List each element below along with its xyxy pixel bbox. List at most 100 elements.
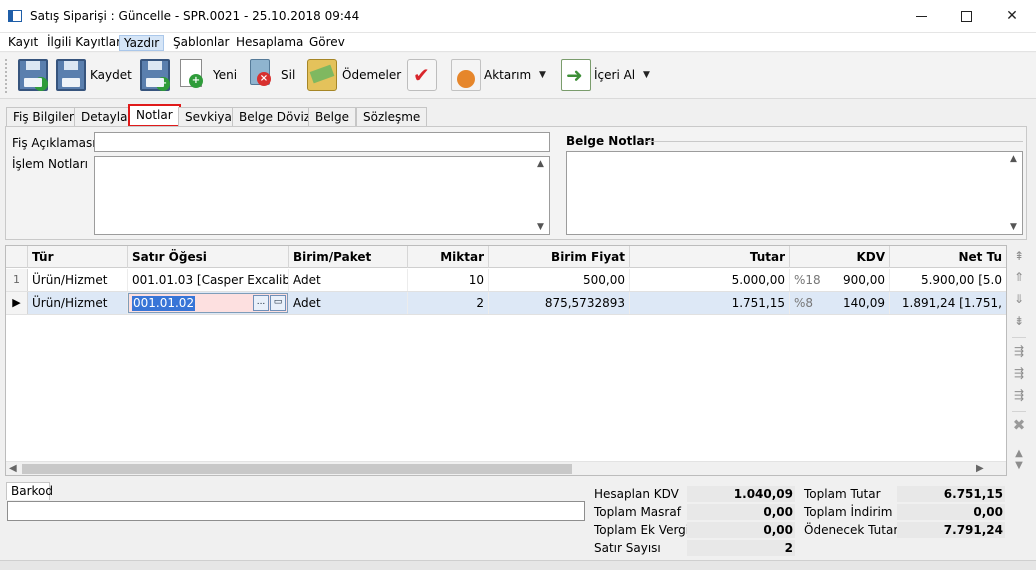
- column-header-kdv[interactable]: KDV: [790, 246, 890, 268]
- satir-sayisi-value: 2: [687, 540, 795, 556]
- cell-kdv-oran[interactable]: %8: [790, 292, 830, 314]
- save-new-button[interactable]: +: [140, 59, 170, 91]
- cell-net-tutar[interactable]: 5.900,00 [5.0: [890, 269, 1006, 291]
- cell-birim[interactable]: Adet: [289, 292, 408, 314]
- cell-miktar[interactable]: 10: [408, 269, 489, 291]
- satir-ogesi-input[interactable]: 001.01.02: [132, 296, 196, 311]
- scroll-down-icon[interactable]: ▼: [537, 222, 544, 232]
- cell-birim-fiyat[interactable]: 500,00: [489, 269, 630, 291]
- cell-miktar[interactable]: 2: [408, 292, 489, 314]
- save-icon[interactable]: [56, 59, 86, 91]
- insert-after-icon[interactable]: ⇶: [1011, 365, 1027, 381]
- satir-ogesi-editor[interactable]: 001.01.02 ... ▭: [128, 293, 288, 313]
- cell-birim-fiyat[interactable]: 875,5732893: [489, 292, 630, 314]
- menu-kayit[interactable]: Kayıt: [4, 35, 42, 51]
- import-button[interactable]: İçeri Al: [594, 68, 635, 82]
- barkod-input[interactable]: [7, 501, 585, 521]
- scroll-right-icon[interactable]: ▶: [976, 462, 984, 475]
- payments-button[interactable]: Ödemeler: [342, 68, 401, 82]
- ellipsis-lookup-button[interactable]: ...: [253, 295, 269, 311]
- cell-kdv[interactable]: 140,09: [830, 292, 890, 314]
- move-up-icon[interactable]: ⇑: [1011, 269, 1027, 285]
- column-header-birim-fiyat[interactable]: Birim Fiyat: [489, 246, 630, 268]
- save-badge-icon: [34, 77, 48, 91]
- tab-sozlesme[interactable]: Sözleşme: [356, 107, 428, 127]
- cell-birim[interactable]: Adet: [289, 269, 408, 291]
- tab-belge[interactable]: Belge: [308, 107, 356, 127]
- minimize-icon: [915, 15, 927, 17]
- cell-kdv-oran[interactable]: %18: [790, 269, 830, 291]
- delete-button[interactable]: Sil: [281, 68, 295, 82]
- new-document-icon[interactable]: +: [180, 59, 203, 88]
- cell-tutar[interactable]: 5.000,00: [630, 269, 790, 291]
- move-last-icon[interactable]: ⇟: [1011, 313, 1027, 329]
- cell-net-tutar[interactable]: 1.891,24 [1.751,: [890, 292, 1006, 314]
- scroll-down-icon[interactable]: ▼: [1010, 222, 1017, 232]
- toplam-tutar-label: Toplam Tutar: [804, 487, 881, 501]
- import-icon[interactable]: [561, 59, 591, 91]
- insert-row-icon[interactable]: ⇶: [1011, 343, 1027, 359]
- scroll-thumb[interactable]: [22, 464, 572, 474]
- new-plus-badge-icon: +: [189, 74, 203, 88]
- menu-hesaplama[interactable]: Hesaplama: [232, 35, 307, 51]
- column-header-tutar[interactable]: Tutar: [630, 246, 790, 268]
- new-button[interactable]: Yeni: [213, 68, 237, 82]
- barkod-tab[interactable]: Barkod: [6, 482, 53, 500]
- tab-fis-bilgileri[interactable]: Fiş Bilgileri: [6, 107, 85, 127]
- cell-tur[interactable]: Ürün/Hizmet: [28, 269, 128, 291]
- toplam-tutar-value: 6.751,15: [897, 486, 1005, 502]
- grid-header: Tür Satır Öğesi Birim/Paket Miktar Birim…: [6, 246, 1006, 268]
- delete-badge-icon: ×: [257, 72, 271, 86]
- export-button[interactable]: Aktarım: [484, 68, 531, 82]
- column-header-birim-paket[interactable]: Birim/Paket: [289, 246, 408, 268]
- menu-sablonlar[interactable]: Şablonlar: [169, 35, 234, 51]
- import-dropdown-icon[interactable]: ▼: [643, 70, 650, 80]
- islem-notlari-textarea[interactable]: ▲ ▼: [94, 156, 550, 235]
- menu-ilgili-kayitlar[interactable]: İlgili Kayıtlar: [43, 35, 125, 51]
- toplam-masraf-value: 0,00: [687, 504, 795, 520]
- save-close-button[interactable]: [18, 59, 48, 91]
- column-header-tur[interactable]: Tür: [28, 246, 128, 268]
- approve-check-icon[interactable]: [407, 59, 437, 91]
- table-row[interactable]: 1 Ürün/Hizmet 001.01.03 [Casper Excalibu…: [6, 269, 1006, 292]
- maximize-button[interactable]: [943, 0, 989, 32]
- cell-tutar[interactable]: 1.751,15: [630, 292, 790, 314]
- grid-horizontal-scrollbar[interactable]: ◀ ▶: [6, 461, 1006, 475]
- list-lookup-icon[interactable]: ▭: [270, 295, 286, 311]
- move-first-icon[interactable]: ⇞: [1011, 248, 1027, 264]
- money-icon[interactable]: [307, 59, 337, 91]
- belge-notlari-title: Belge Notları: [566, 134, 655, 148]
- close-button[interactable]: ✕: [989, 0, 1035, 32]
- belge-notlari-textarea[interactable]: ▲ ▼: [566, 151, 1023, 235]
- insert-sub-row-icon[interactable]: ⇶: [1011, 387, 1027, 403]
- export-dropdown-icon[interactable]: ▼: [539, 70, 546, 80]
- scroll-up-icon[interactable]: ▲: [537, 159, 544, 169]
- trash-icon[interactable]: ×: [250, 59, 271, 86]
- export-icon[interactable]: [451, 59, 481, 91]
- cell-tur[interactable]: Ürün/Hizmet: [28, 292, 128, 314]
- hesaplan-kdv-value: 1.040,09: [687, 486, 795, 502]
- minimize-button[interactable]: [898, 0, 944, 32]
- column-header-satir-ogesi[interactable]: Satır Öğesi: [128, 246, 289, 268]
- cell-satir-ogesi[interactable]: 001.01.03 [Casper Excalibur ...: [128, 269, 289, 291]
- maximize-icon: [960, 10, 972, 22]
- delete-row-icon[interactable]: ✖: [1011, 417, 1027, 433]
- scroll-down-icon[interactable]: ▼: [1011, 458, 1027, 474]
- tab-notlar[interactable]: Notlar: [128, 104, 181, 127]
- scroll-left-icon[interactable]: ◀: [9, 462, 17, 475]
- table-row-selected[interactable]: ▶ Ürün/Hizmet 001.01.02 ... ▭ Adet 2 875…: [6, 292, 1006, 315]
- save-button[interactable]: Kaydet: [90, 68, 132, 82]
- tab-strip: Fiş Bilgileri Detaylar Notlar Sevkiyat B…: [6, 104, 1026, 127]
- belge-notlari-scrollbar[interactable]: ▲ ▼: [1007, 152, 1022, 234]
- satir-sayisi-label: Satır Sayısı: [594, 541, 661, 555]
- column-header-net-tutar[interactable]: Net Tu: [890, 246, 1006, 268]
- column-header-miktar[interactable]: Miktar: [408, 246, 489, 268]
- move-down-icon[interactable]: ⇓: [1011, 291, 1027, 307]
- cell-kdv[interactable]: 900,00: [830, 269, 890, 291]
- islem-notlari-scrollbar[interactable]: ▲ ▼: [534, 157, 549, 234]
- menu-gorev[interactable]: Görev: [305, 35, 349, 51]
- toolbar-grip-icon[interactable]: [5, 59, 9, 93]
- scroll-up-icon[interactable]: ▲: [1010, 154, 1017, 164]
- fis-aciklamasi-input[interactable]: [94, 132, 550, 152]
- menu-yazdir[interactable]: Yazdır: [119, 35, 165, 51]
